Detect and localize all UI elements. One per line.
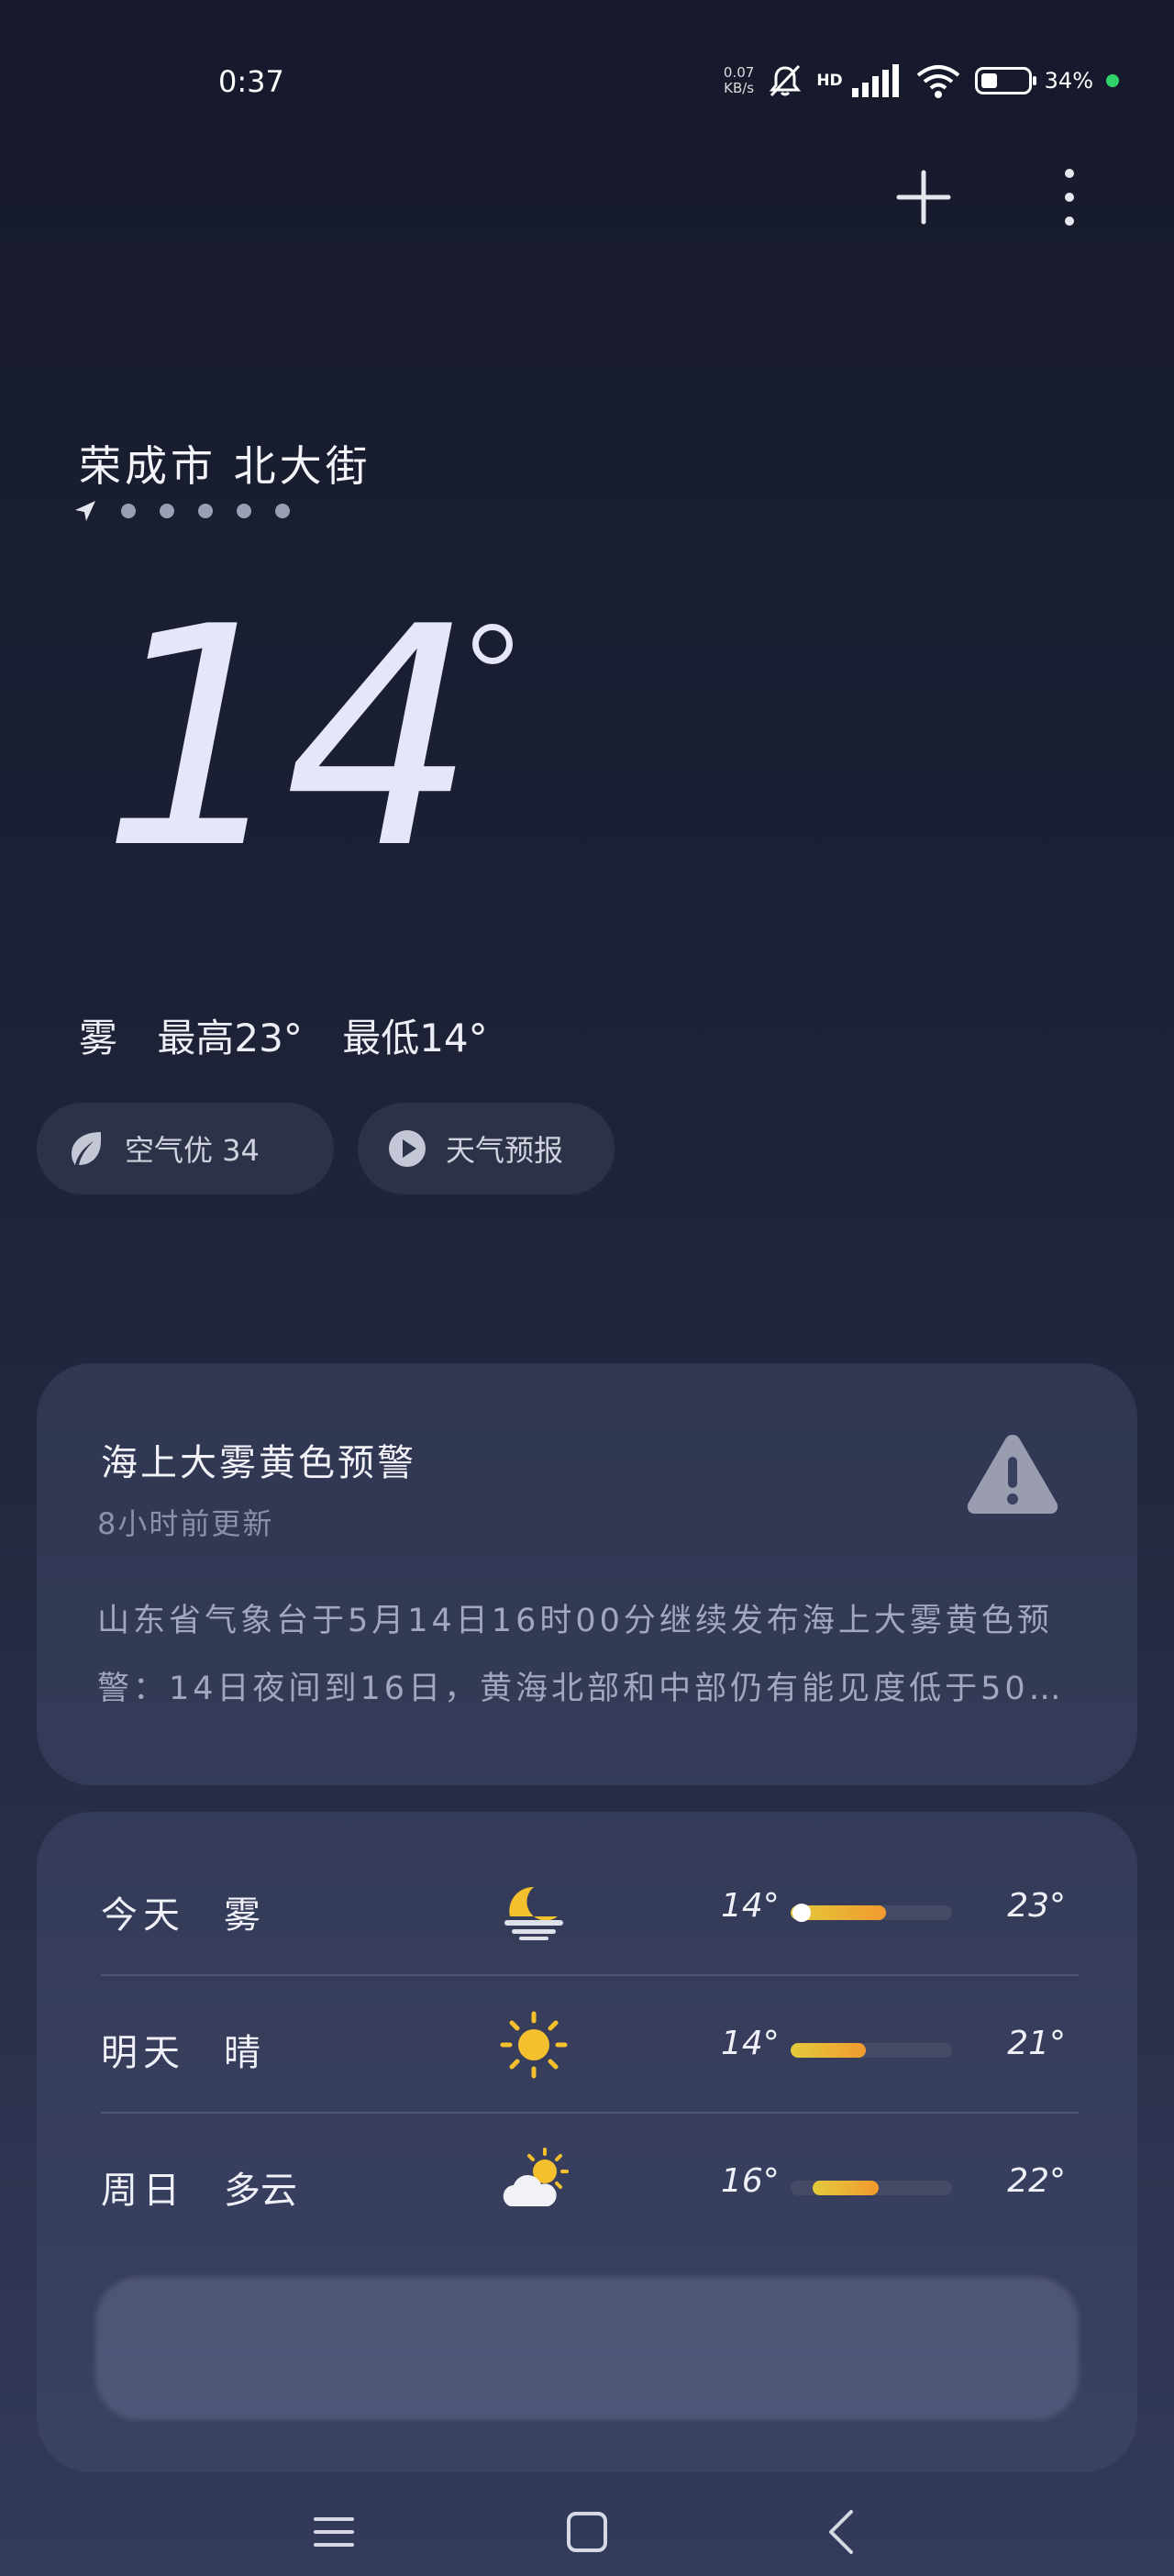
forecast-day: 今天 — [101, 1894, 185, 1937]
location-arrow-icon — [75, 501, 95, 521]
page-dot — [275, 504, 290, 518]
forecast-condition: 雾 — [224, 1894, 260, 1937]
temp-range-fill — [791, 2043, 866, 2058]
partly-cloudy-icon — [503, 2148, 569, 2206]
forecast-low: 14° — [721, 1887, 780, 1925]
forecast-day: 明天 — [101, 2032, 185, 2074]
page-dot — [121, 504, 136, 518]
temp-range-bar — [791, 2043, 952, 2058]
fog-moon-icon — [504, 1886, 563, 1940]
temp-range-bar — [791, 1905, 952, 1920]
battery-icon — [974, 67, 1036, 94]
today-summary: 雾 最高23° 最低14° — [79, 1007, 515, 1063]
plus-icon — [896, 170, 951, 225]
privacy-indicator-dot — [1106, 74, 1119, 87]
forecast-row-tomorrow[interactable]: 明天 晴 14° 21° — [101, 1975, 1079, 2113]
weather-video-button[interactable]: 天气预报 — [358, 1103, 615, 1194]
forecast-high: 21° — [1007, 2025, 1066, 2062]
battery-percent: 34% — [1044, 68, 1093, 94]
forecast-row-today[interactable]: 今天 雾 14° 23° — [101, 1838, 1079, 1975]
forecast-high: 22° — [1007, 2162, 1066, 2200]
temp-range-bar — [791, 2181, 952, 2195]
bell-muted-icon — [770, 64, 802, 97]
page-dot — [160, 504, 174, 518]
forecast-day: 周日 — [101, 2170, 185, 2212]
forecast-condition: 晴 — [224, 2032, 260, 2074]
warning-icon — [967, 1435, 1058, 1514]
more-forecast-button[interactable] — [95, 2277, 1079, 2420]
forecast-row-sunday[interactable]: 周日 多云 16° 22° — [101, 2113, 1079, 2250]
status-icons: 0.07 KB/s HD 34% — [724, 53, 1119, 108]
page-dot — [198, 504, 213, 518]
air-quality-label: 空气优 34 — [125, 1133, 260, 1168]
temp-range-fill — [813, 2181, 879, 2195]
city-page-indicator — [73, 499, 290, 523]
current-temp-marker — [792, 1904, 811, 1922]
more-vertical-icon — [1065, 169, 1074, 226]
more-options-button[interactable] — [1053, 165, 1086, 229]
alert-title: 海上大雾黄色预警 — [101, 1442, 416, 1484]
page-dot — [237, 504, 251, 518]
current-condition: 雾 — [79, 1016, 118, 1060]
forecast-low: 14° — [721, 2025, 780, 2062]
sun-icon — [500, 2011, 568, 2079]
menu-icon[interactable] — [306, 2504, 361, 2559]
status-time: 0:37 — [218, 64, 284, 99]
wifi-icon — [916, 65, 959, 98]
home-icon[interactable] — [559, 2504, 615, 2559]
alert-body: 山东省气象台于5月14日16时00分继续发布海上大雾黄色预警：14日夜间到16日… — [97, 1603, 1065, 1707]
forecast-high: 23° — [1007, 1887, 1066, 1925]
forecast-condition: 多云 — [224, 2170, 297, 2212]
hd-label: HD — [816, 72, 843, 90]
network-speed: 0.07 KB/s — [723, 64, 755, 96]
weather-video-label: 天气预报 — [446, 1133, 564, 1168]
low-temp: 最低14° — [342, 1016, 488, 1060]
degree-symbol — [472, 624, 513, 664]
location-name[interactable]: 荣成市 北大街 — [79, 433, 371, 494]
signal-icon — [851, 64, 899, 97]
forecast-low: 16° — [721, 2162, 780, 2200]
leaf-icon — [72, 1132, 101, 1165]
back-icon[interactable] — [816, 2504, 871, 2559]
add-city-button[interactable] — [892, 165, 956, 229]
play-icon — [389, 1130, 426, 1167]
alert-updated-time: 8小时前更新 — [97, 1506, 274, 1541]
high-temp: 最高23° — [157, 1016, 303, 1060]
current-temperature: 14 — [101, 562, 477, 915]
battery-level — [980, 73, 997, 88]
air-quality-button[interactable]: 空气优 34 — [37, 1103, 334, 1194]
